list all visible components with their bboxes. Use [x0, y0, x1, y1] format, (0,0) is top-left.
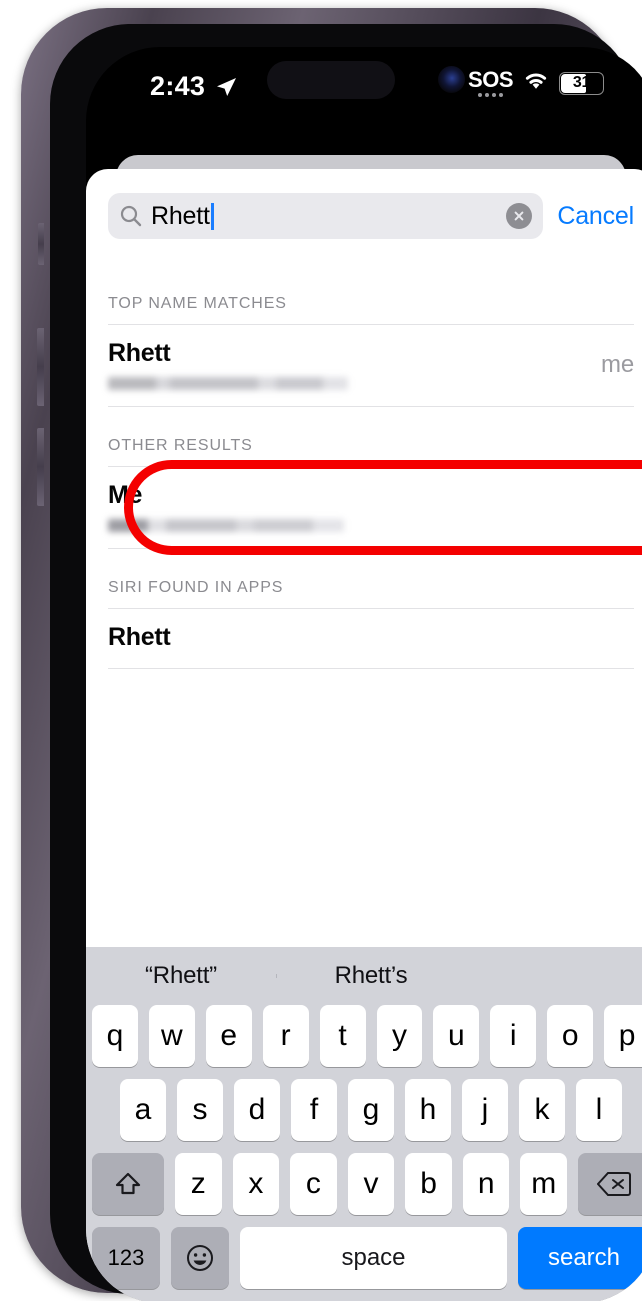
key-l[interactable]: l [576, 1079, 622, 1141]
prediction-1[interactable]: Rhett’s [276, 962, 466, 990]
search-query-text: Rhett [151, 201, 210, 230]
prediction-0[interactable]: “Rhett” [86, 962, 276, 990]
silent-switch[interactable] [38, 223, 44, 265]
section-header-top-name-matches: TOP NAME MATCHES [108, 295, 287, 312]
section-header-other-results: OTHER RESULTS [108, 437, 253, 454]
text-cursor [210, 202, 214, 230]
phone-frame: 2:43 SOS 31 Rhett Cancel TOP NAME MATCHE… [21, 8, 642, 1301]
status-bar: 2:43 SOS 31 [86, 47, 642, 135]
keyboard-row-3: z x c v b n m [86, 1153, 642, 1215]
cancel-button[interactable]: Cancel [557, 202, 634, 231]
result-row-me[interactable]: Me [86, 467, 642, 548]
search-results: TOP NAME MATCHES Rhett me OTHER RESULTS [86, 265, 642, 669]
key-e[interactable]: e [205, 1005, 252, 1067]
signal-dots-icon [478, 93, 504, 97]
sos-label: SOS [468, 67, 513, 92]
key-x[interactable]: x [232, 1153, 280, 1215]
numbers-key[interactable]: 123 [92, 1227, 160, 1289]
result-row-rhett-siri[interactable]: Rhett [86, 609, 642, 668]
result-title: Rhett [108, 623, 171, 651]
search-bar: Rhett Cancel [86, 189, 642, 243]
search-icon [119, 204, 143, 228]
key-f[interactable]: f [291, 1079, 337, 1141]
key-n[interactable]: n [462, 1153, 510, 1215]
screenshot-stage: 2:43 SOS 31 Rhett Cancel TOP NAME MATCHE… [0, 0, 642, 1301]
location-arrow-icon [215, 76, 237, 103]
result-title: Rhett [108, 339, 171, 367]
front-camera-icon [438, 66, 465, 93]
key-u[interactable]: u [433, 1005, 480, 1067]
redacted-subtitle [108, 377, 348, 390]
key-v[interactable]: v [347, 1153, 395, 1215]
key-c[interactable]: c [290, 1153, 337, 1215]
key-q[interactable]: q [91, 1005, 138, 1067]
section-header-siri-found-in-apps: SIRI FOUND IN APPS [108, 579, 284, 596]
result-trailing-label: me [601, 351, 634, 378]
emoji-smiley-icon[interactable] [171, 1227, 229, 1289]
on-screen-keyboard: “Rhett” Rhett’s q w e r t y u i o p a s … [86, 947, 642, 1301]
shift-up-arrow-icon[interactable] [91, 1153, 164, 1215]
key-t[interactable]: t [319, 1005, 366, 1067]
dynamic-island [267, 61, 395, 99]
keyboard-row-1: q w e r t y u i o p [86, 1005, 642, 1067]
key-o[interactable]: o [547, 1005, 594, 1067]
battery-level: 31 [572, 74, 591, 91]
keyboard-row-2: a s d f g h j k l [86, 1079, 642, 1141]
keyboard-row-4: 123 space search [86, 1227, 642, 1289]
key-a[interactable]: a [120, 1079, 166, 1141]
status-time: 2:43 [150, 71, 206, 101]
wifi-icon [522, 70, 550, 96]
key-h[interactable]: h [405, 1079, 451, 1141]
key-w[interactable]: w [148, 1005, 195, 1067]
sos-indicator: SOS [468, 69, 513, 97]
search-sheet: Rhett Cancel TOP NAME MATCHES Rhett me O… [86, 169, 642, 1301]
battery-indicator: 31 [559, 71, 604, 95]
result-title: Me [108, 481, 143, 509]
key-z[interactable]: z [174, 1153, 222, 1215]
key-d[interactable]: d [234, 1079, 280, 1141]
key-s[interactable]: s [177, 1079, 223, 1141]
search-return-key[interactable]: search [518, 1227, 642, 1289]
status-indicators: SOS 31 [468, 69, 604, 97]
key-y[interactable]: y [376, 1005, 423, 1067]
search-input[interactable]: Rhett [108, 193, 544, 239]
space-key[interactable]: space [240, 1227, 507, 1289]
phone-bezel: 2:43 SOS 31 Rhett Cancel TOP NAME MATCHE… [50, 24, 642, 1301]
phone-screen: 2:43 SOS 31 Rhett Cancel TOP NAME MATCHE… [86, 47, 642, 1301]
redacted-subtitle [108, 519, 344, 532]
divider [108, 668, 634, 669]
volume-down-button[interactable] [37, 428, 44, 506]
volume-up-button[interactable] [37, 328, 44, 406]
key-r[interactable]: r [262, 1005, 309, 1067]
key-m[interactable]: m [520, 1153, 568, 1215]
key-j[interactable]: j [462, 1079, 508, 1141]
key-g[interactable]: g [348, 1079, 394, 1141]
key-p[interactable]: p [604, 1005, 642, 1067]
predictive-text-bar: “Rhett” Rhett’s [86, 947, 642, 1005]
backspace-delete-icon[interactable] [578, 1153, 642, 1215]
clear-search-button[interactable] [506, 203, 533, 229]
key-k[interactable]: k [519, 1079, 565, 1141]
key-b[interactable]: b [405, 1153, 452, 1215]
result-row-rhett-top-match[interactable]: Rhett me [86, 325, 642, 406]
key-i[interactable]: i [490, 1005, 537, 1067]
